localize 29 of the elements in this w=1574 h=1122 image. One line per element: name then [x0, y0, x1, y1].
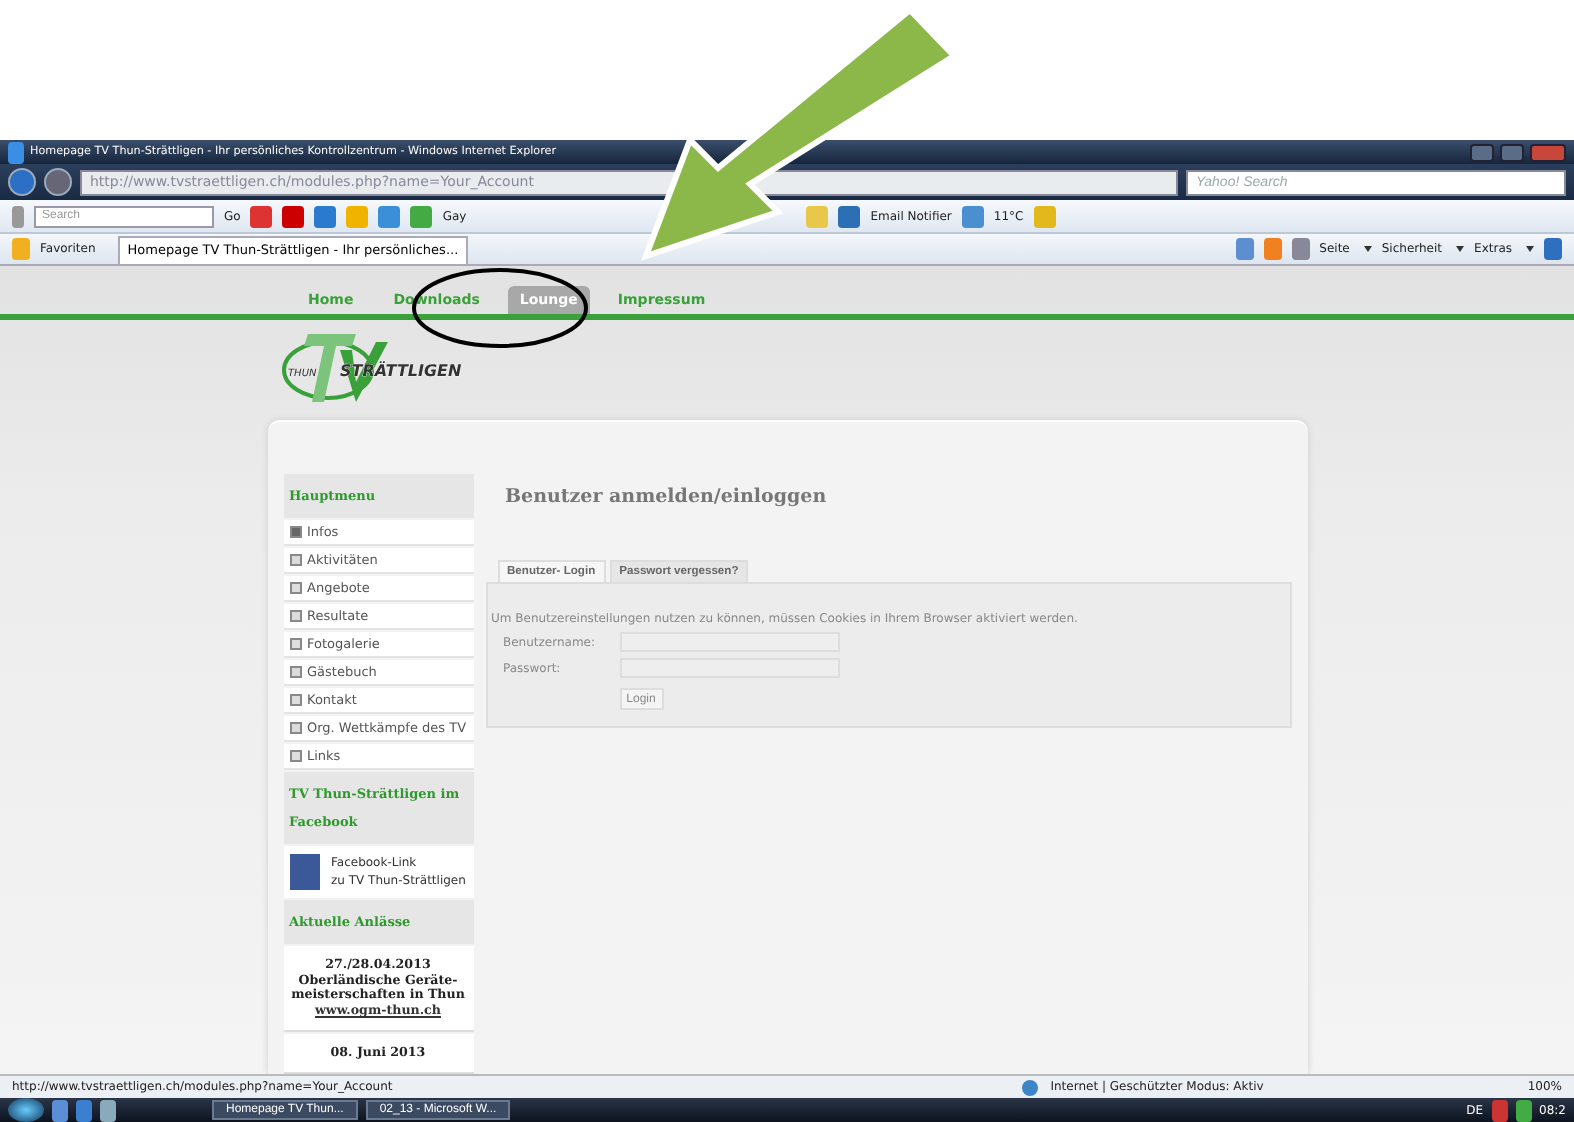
toolbar-icon[interactable] [410, 205, 433, 227]
toolbar-icon[interactable] [378, 205, 401, 227]
square-icon [289, 610, 301, 622]
taskbar-icon[interactable] [76, 1099, 92, 1121]
square-icon [289, 554, 301, 566]
forward-button[interactable] [44, 168, 72, 196]
toolbar-icon[interactable] [250, 205, 273, 227]
close-button[interactable] [1530, 143, 1566, 161]
back-button[interactable] [8, 168, 36, 196]
square-icon [289, 638, 301, 650]
square-icon [289, 694, 301, 706]
plus-box-icon [289, 526, 301, 538]
caret-icon[interactable] [1526, 246, 1534, 252]
tray-icon[interactable] [1491, 1099, 1508, 1121]
start-button[interactable] [8, 1098, 44, 1122]
toolbar-icon[interactable] [314, 205, 337, 227]
minimize-button[interactable] [1470, 143, 1494, 161]
square-icon [289, 750, 301, 762]
caret-icon[interactable] [1456, 246, 1465, 252]
page-heading: Benutzer anmelden/einloggen [505, 486, 829, 508]
maximize-button[interactable] [1500, 143, 1524, 161]
caret-icon[interactable] [1363, 246, 1372, 252]
tray-icon[interactable] [1515, 1099, 1532, 1121]
taskbar-icon[interactable] [52, 1099, 68, 1121]
square-icon [289, 582, 301, 594]
taskbar-icon[interactable] [100, 1099, 116, 1121]
toolbar-icon[interactable] [282, 205, 305, 227]
square-icon [289, 666, 301, 678]
square-icon [289, 722, 301, 734]
